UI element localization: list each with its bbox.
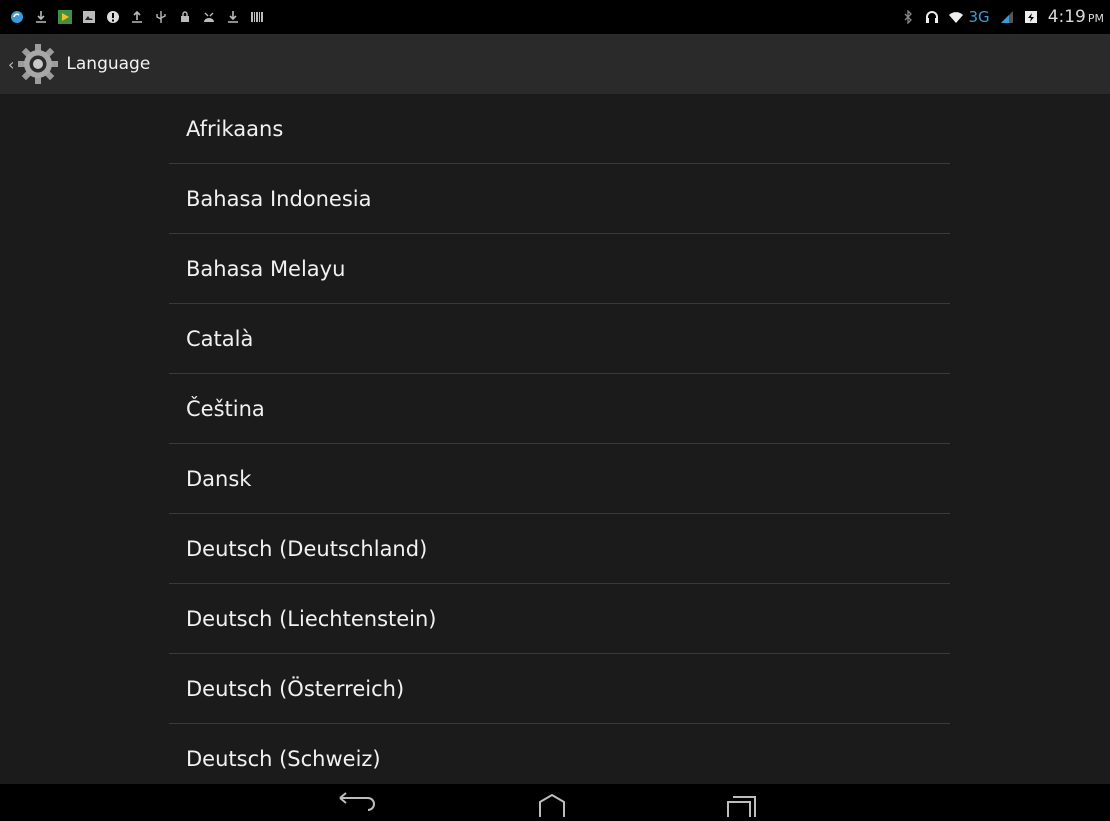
back-caret-icon: ‹ bbox=[8, 54, 15, 74]
action-bar: ‹ Language bbox=[0, 34, 1110, 94]
clock: 4:19 PM bbox=[1048, 7, 1104, 27]
clock-ampm: PM bbox=[1087, 12, 1104, 25]
signal-icon bbox=[1000, 10, 1014, 24]
language-list[interactable]: Afrikaans Bahasa Indonesia Bahasa Melayu… bbox=[169, 94, 950, 784]
list-item-catala[interactable]: Català bbox=[169, 304, 950, 374]
download-icon-2 bbox=[226, 10, 240, 24]
debug-icon bbox=[202, 10, 216, 24]
language-label: Afrikaans bbox=[186, 116, 284, 141]
lock-icon bbox=[178, 10, 192, 24]
language-label: Bahasa Melayu bbox=[186, 256, 346, 281]
upload-icon bbox=[130, 10, 144, 24]
language-label: Deutsch (Liechtenstein) bbox=[186, 606, 437, 631]
language-label: Bahasa Indonesia bbox=[186, 186, 372, 211]
list-item-afrikaans[interactable]: Afrikaans bbox=[169, 94, 950, 164]
headset-icon bbox=[925, 10, 939, 24]
navigation-bar bbox=[0, 784, 1110, 817]
wifi-icon bbox=[948, 10, 963, 24]
battery-icon bbox=[1024, 10, 1038, 24]
language-label: Dansk bbox=[186, 466, 252, 491]
download-icon bbox=[34, 10, 48, 24]
system-status-icons: 3G 4:19 PM bbox=[901, 0, 1104, 34]
list-item-deutsch-osterreich[interactable]: Deutsch (Österreich) bbox=[169, 654, 950, 724]
list-item-deutsch-deutschland[interactable]: Deutsch (Deutschland) bbox=[169, 514, 950, 584]
home-icon bbox=[539, 793, 565, 817]
back-arrow-icon bbox=[339, 792, 375, 811]
language-label: Deutsch (Schweiz) bbox=[186, 746, 381, 771]
recent-apps-icon bbox=[727, 796, 756, 817]
list-item-bahasa-melayu[interactable]: Bahasa Melayu bbox=[169, 234, 950, 304]
barcode-icon bbox=[250, 10, 264, 24]
language-label: Deutsch (Österreich) bbox=[186, 676, 405, 701]
list-item-dansk[interactable]: Dansk bbox=[169, 444, 950, 514]
status-bar: 3G 4:19 PM bbox=[0, 0, 1110, 34]
screen: 3G 4:19 PM ‹ Language Afrikaans Bahasa I… bbox=[0, 0, 1110, 817]
network-type-label: 3G bbox=[968, 8, 990, 26]
list-item-deutsch-schweiz[interactable]: Deutsch (Schweiz) bbox=[169, 724, 950, 784]
recent-apps-button[interactable] bbox=[700, 784, 780, 817]
page-title: Language bbox=[66, 54, 151, 74]
list-item-cestina[interactable]: Čeština bbox=[169, 374, 950, 444]
alert-icon bbox=[106, 10, 120, 24]
notification-icons bbox=[10, 0, 264, 34]
list-item-bahasa-indonesia[interactable]: Bahasa Indonesia bbox=[169, 164, 950, 234]
settings-gear-icon bbox=[16, 42, 60, 86]
up-navigation-button[interactable]: ‹ Language bbox=[0, 34, 150, 94]
language-label: Deutsch (Deutschland) bbox=[186, 536, 428, 561]
usb-icon bbox=[154, 10, 168, 24]
bluetooth-icon bbox=[901, 10, 915, 24]
clock-time: 4:19 bbox=[1047, 7, 1086, 27]
language-label: Català bbox=[186, 326, 254, 351]
play-store-icon bbox=[58, 10, 72, 24]
back-button[interactable] bbox=[316, 784, 396, 817]
home-button[interactable] bbox=[512, 784, 592, 817]
language-label: Čeština bbox=[186, 396, 265, 421]
list-item-deutsch-liechtenstein[interactable]: Deutsch (Liechtenstein) bbox=[169, 584, 950, 654]
gallery-icon bbox=[82, 10, 96, 24]
sync-icon bbox=[10, 10, 24, 24]
